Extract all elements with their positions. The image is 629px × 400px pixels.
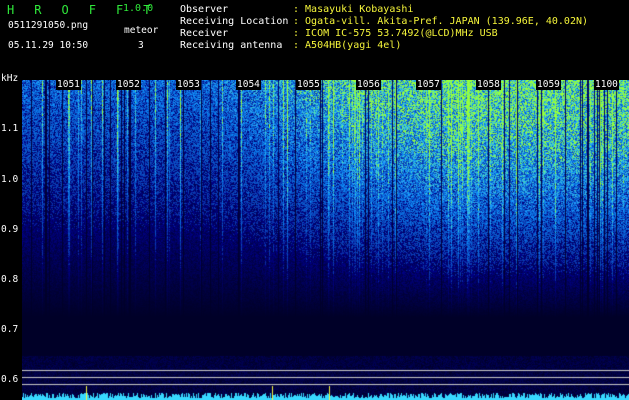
spectrogram-canvas xyxy=(22,80,629,400)
capture-datetime: 05.11.29 10:50 xyxy=(8,40,89,51)
time-tick-label: 1055 xyxy=(296,79,321,90)
freq-tick-label: 1.0 xyxy=(1,174,19,185)
freq-tick-label: 1.1 xyxy=(1,123,19,134)
freq-tick-label: 0.9 xyxy=(1,224,19,235)
time-tick-label: 1057 xyxy=(416,79,441,90)
receiver-value: : ICOM IC-575 53.7492(@LCD)MHz USB xyxy=(293,28,498,39)
observer-value: : Masayuki Kobayashi xyxy=(293,4,414,15)
location-label: Receiving Location xyxy=(180,16,289,27)
file-name: 0511291050.png xyxy=(8,20,89,31)
location-value: : Ogata-vill. Akita-Pref. JAPAN (139.96E… xyxy=(293,16,589,27)
freq-tick-label: 0.7 xyxy=(1,324,19,335)
antenna-label: Receiving antenna xyxy=(180,40,283,51)
freq-tick-label: 0.6 xyxy=(1,374,19,385)
time-tick-label: 1059 xyxy=(536,79,561,90)
freq-unit-label: kHz xyxy=(1,73,19,84)
time-tick-label: 1058 xyxy=(476,79,501,90)
time-tick-label: 1052 xyxy=(116,79,141,90)
meteor-label: meteor xyxy=(124,25,159,36)
app-version: 1.0.0 xyxy=(123,3,154,14)
antenna-value: : A504HB(yagi 4el) xyxy=(293,40,402,51)
receiver-label: Receiver xyxy=(180,28,229,39)
freq-tick-label: 0.8 xyxy=(1,274,19,285)
time-tick-label: 1053 xyxy=(176,79,201,90)
header-panel: H R O F F T 1.0.0 0511291050.png 05.11.2… xyxy=(0,0,629,78)
observer-label: Observer xyxy=(180,4,229,15)
time-tick-label: 1051 xyxy=(56,79,81,90)
meteor-count: 3 xyxy=(138,40,144,51)
time-tick-label: 1054 xyxy=(236,79,261,90)
time-tick-label: 1056 xyxy=(356,79,381,90)
time-tick-label: 1100 xyxy=(594,79,619,90)
